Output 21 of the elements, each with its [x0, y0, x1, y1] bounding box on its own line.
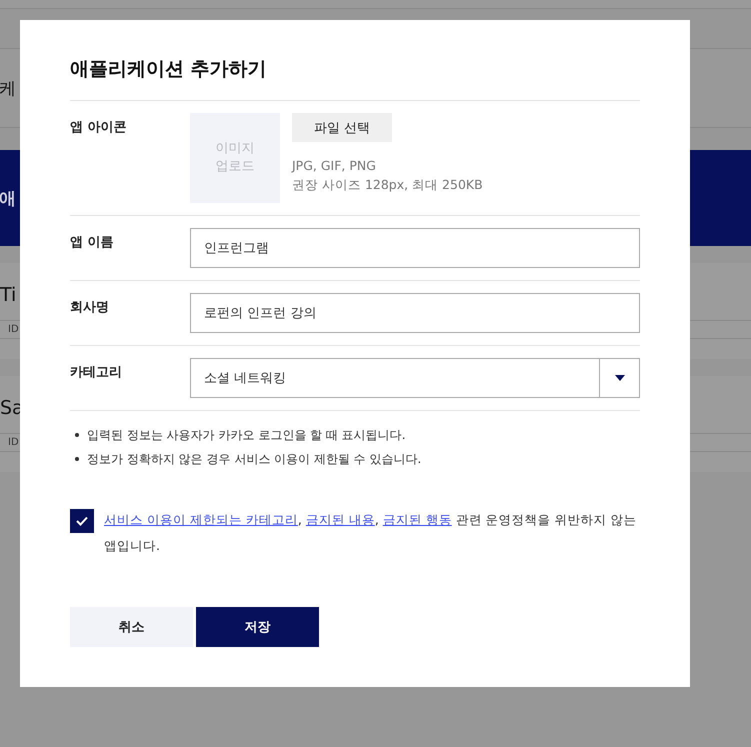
field-label: 회사명 [70, 299, 110, 317]
policy-link[interactable]: 서비스 이용이 제한되는 카테고리 [104, 512, 298, 527]
hint-text: 권장 사이즈 128px, 최대 250KB [292, 177, 483, 194]
input-field[interactable]: 인프런그램 [190, 228, 640, 268]
page-title: 케 [0, 78, 16, 100]
category-select[interactable]: 소셜 네트워킹 [190, 358, 640, 398]
field-label: 앱 이름 [70, 234, 115, 252]
dialog-title: 애플리케이션 추가하기 [70, 56, 640, 101]
save-button[interactable]: 저장 [196, 607, 319, 647]
policy-link[interactable]: 금지된 내용 [306, 512, 375, 527]
policy-link[interactable]: 금지된 행동 [382, 512, 452, 527]
card-title: Ti [0, 284, 18, 306]
note-text: 정보가 정확하지 않은 경우 서비스 이용이 제한될 수 있습니다. [87, 451, 422, 468]
file-select-button[interactable]: 파일 선택 [292, 113, 392, 142]
agreement-text: 서비스 이용이 제한되는 카테고리, 금지된 내용, 금지된 행동 관련 운영정책을 위반하지 않는 앱입니다. [104, 511, 638, 555]
banner-title: 애 [0, 188, 16, 210]
field-label: 카테고리 [70, 364, 123, 382]
cancel-button[interactable]: 취소 [70, 607, 193, 647]
field-label: 앱 아이콘 [70, 119, 128, 137]
hint-text: JPG, GIF, PNG [292, 158, 376, 173]
input-field[interactable]: 로펀의 인프런 강의 [190, 293, 640, 333]
